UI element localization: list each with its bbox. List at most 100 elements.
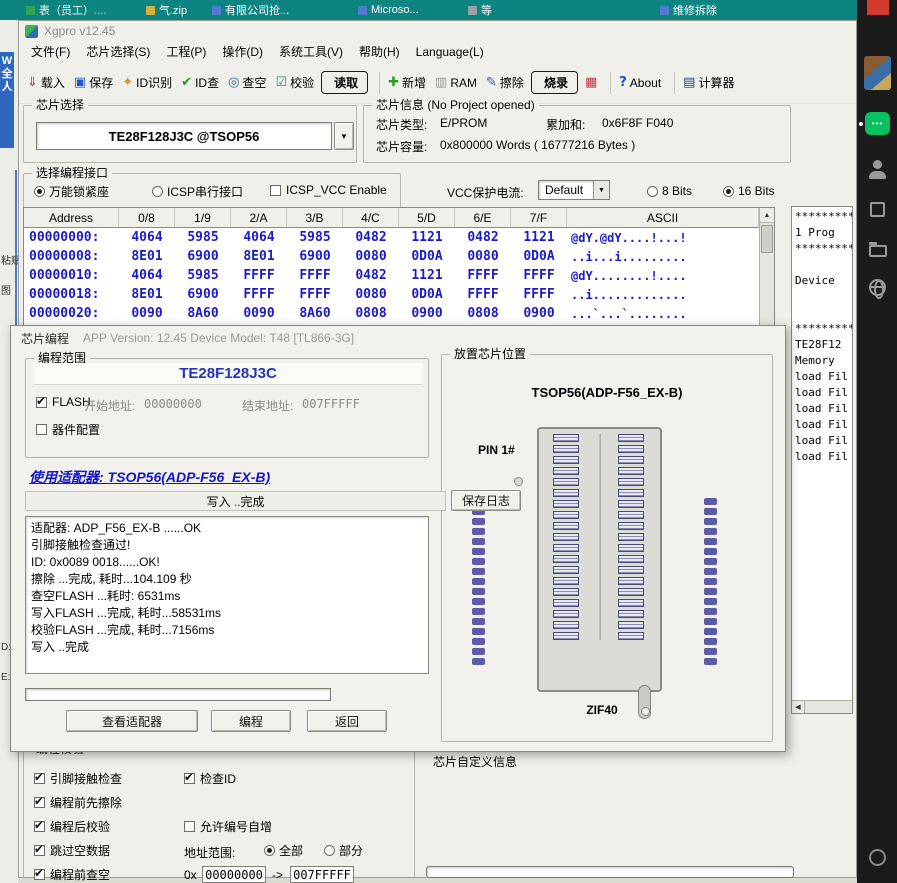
hex-value-cell[interactable]: 8A60 — [175, 306, 231, 321]
hex-value-cell[interactable]: 0900 — [399, 306, 455, 321]
radio-icsp[interactable]: ICSP串行接口 — [152, 183, 243, 200]
toolbar-id-check-button[interactable]: ID查 — [179, 71, 221, 94]
radio-address-part[interactable]: 部分 — [324, 842, 363, 859]
icsp-vcc-checkbox[interactable]: ICSP_VCC Enable — [270, 183, 387, 197]
taskbar-item[interactable]: 表（员工）.... — [26, 2, 106, 18]
hex-value-cell[interactable]: 4064 — [119, 230, 175, 245]
avatar[interactable] — [864, 56, 891, 90]
hex-row[interactable]: 00000020:00908A6000908A60080809000808090… — [24, 304, 759, 323]
hex-value-cell[interactable]: 0482 — [343, 268, 399, 283]
hex-value-cell[interactable]: 8E01 — [119, 287, 175, 302]
device-config-checkbox[interactable]: 器件配置 — [36, 421, 100, 438]
menu-item[interactable]: 文件(F) — [23, 41, 78, 62]
taskbar-item[interactable]: 气.zip — [146, 2, 187, 18]
hex-value-cell[interactable]: 0900 — [511, 306, 567, 321]
log-output[interactable]: 适配器: ADP_F56_EX-B ......OK引脚接触检查通过!ID: 0… — [25, 516, 429, 674]
menu-item[interactable]: 操作(D) — [214, 41, 271, 62]
chevron-down-icon[interactable]: ▼ — [593, 181, 609, 199]
browser-icon[interactable] — [865, 276, 890, 301]
hex-value-cell[interactable]: 5985 — [175, 268, 231, 283]
program-button[interactable]: 编程 — [211, 710, 291, 732]
save-log-button[interactable]: 保存日志 — [451, 490, 521, 511]
hex-value-cell[interactable]: 0080 — [343, 249, 399, 264]
custom-info-box[interactable] — [426, 866, 794, 878]
hex-value-cell[interactable]: FFFF — [455, 268, 511, 283]
hex-value-cell[interactable]: 0482 — [455, 230, 511, 245]
hex-value-cell[interactable]: FFFF — [231, 287, 287, 302]
toolbar-ram-button[interactable]: RAM — [433, 73, 479, 93]
hex-value-cell[interactable]: FFFF — [287, 268, 343, 283]
hex-value-cell[interactable]: FFFF — [455, 287, 511, 302]
vcc-current-select[interactable]: Default ▼ — [538, 180, 610, 200]
hex-value-cell[interactable]: FFFF — [511, 268, 567, 283]
hex-value-cell[interactable]: 1121 — [399, 230, 455, 245]
scroll-left-icon[interactable]: ◀ — [792, 701, 805, 713]
chat-icon[interactable] — [865, 112, 890, 135]
more-icon[interactable] — [865, 846, 890, 871]
hex-value-cell[interactable]: 5985 — [175, 230, 231, 245]
menu-item[interactable]: 帮助(H) — [351, 41, 408, 62]
toolbar-about-button[interactable]: About — [617, 73, 663, 93]
hex-row[interactable]: 00000008:8E0169008E01690000800D0A00800D0… — [24, 247, 759, 266]
toolbar-new-button[interactable]: 新增 — [386, 71, 428, 94]
hex-value-cell[interactable]: 0482 — [343, 230, 399, 245]
hex-value-cell[interactable]: 5985 — [287, 230, 343, 245]
option-checkbox[interactable]: 编程后校验 — [34, 818, 110, 835]
radio-16-bits[interactable]: 16 Bits — [723, 184, 775, 198]
hex-value-cell[interactable]: 1121 — [399, 268, 455, 283]
flash-checkbox[interactable]: FLASH — [36, 395, 91, 409]
taskbar-item[interactable]: 有限公司抢... — [212, 2, 289, 18]
hex-value-cell[interactable]: 0808 — [343, 306, 399, 321]
hex-row[interactable]: 00000018:8E016900FFFFFFFF00800D0AFFFFFFF… — [24, 285, 759, 304]
close-icon[interactable] — [867, 0, 889, 15]
hex-value-cell[interactable]: 6900 — [175, 287, 231, 302]
view-adapter-button[interactable]: 查看适配器 — [66, 710, 198, 732]
address-from-input[interactable]: 00000000 — [202, 866, 266, 883]
menu-item[interactable]: 工程(P) — [158, 41, 214, 62]
toolbar-save-button[interactable]: 保存 — [72, 71, 115, 94]
toolbar-read-button[interactable]: 读取 — [321, 71, 368, 94]
menu-item[interactable]: 芯片选择(S) — [78, 41, 158, 62]
toolbar-erase-button[interactable]: 擦除 — [484, 71, 526, 94]
return-button[interactable]: 返回 — [307, 710, 387, 732]
radio-8-bits[interactable]: 8 Bits — [647, 184, 692, 198]
hex-value-cell[interactable]: 0808 — [455, 306, 511, 321]
chip-select-dropdown-button[interactable]: ▼ — [334, 122, 354, 150]
toolbar-grid-button[interactable] — [583, 73, 599, 92]
hex-value-cell[interactable]: 6900 — [287, 249, 343, 264]
toolbar-burn-button[interactable]: 烧录 — [531, 71, 578, 94]
scroll-up-icon[interactable]: ▲ — [760, 208, 774, 223]
toolbar-load-button[interactable]: 载入 — [25, 71, 67, 94]
hex-row[interactable]: 00000010:40645985FFFFFFFF04821121FFFFFFF… — [24, 266, 759, 285]
menu-item[interactable]: 系统工具(V) — [271, 41, 351, 62]
radio-universal-socket[interactable]: 万能锁紧座 — [34, 183, 109, 200]
option-checkbox[interactable]: 引脚接触检查 — [34, 770, 122, 787]
toolbar-verify-button[interactable]: 校验 — [273, 71, 316, 94]
hex-value-cell[interactable]: 4064 — [231, 230, 287, 245]
hex-value-cell[interactable]: 0080 — [343, 287, 399, 302]
hex-value-cell[interactable]: 6900 — [175, 249, 231, 264]
favorites-icon[interactable] — [865, 198, 890, 223]
window-titlebar[interactable]: Xgpro v12.45 — [19, 21, 856, 41]
hex-value-cell[interactable]: 8E01 — [119, 249, 175, 264]
auto-increment-checkbox[interactable]: 允许编号自增 — [184, 818, 272, 835]
hex-value-cell[interactable]: 0D0A — [399, 249, 455, 264]
hex-row[interactable]: 00000000:4064598540645985048211210482112… — [24, 228, 759, 247]
option-checkbox[interactable]: 编程前先擦除 — [34, 794, 122, 811]
scrollbar-thumb[interactable] — [761, 225, 773, 253]
hex-value-cell[interactable]: 0090 — [119, 306, 175, 321]
hex-value-cell[interactable]: 8A60 — [287, 306, 343, 321]
contacts-icon[interactable] — [865, 158, 890, 183]
hex-value-cell[interactable]: FFFF — [231, 268, 287, 283]
chip-select-combo[interactable]: TE28F128J3C @TSOP56 — [36, 122, 332, 150]
toolbar-id-detect-button[interactable]: ID识别 — [120, 71, 174, 94]
toolbar-blank-check-button[interactable]: 查空 — [226, 71, 268, 94]
hex-value-cell[interactable]: 0080 — [455, 249, 511, 264]
hex-value-cell[interactable]: 0D0A — [399, 287, 455, 302]
radio-address-all[interactable]: 全部 — [264, 842, 303, 859]
toolbar-calc-button[interactable]: 计算器 — [681, 71, 736, 94]
check-id-checkbox[interactable]: 检查ID — [184, 770, 236, 787]
hex-value-cell[interactable]: 0D0A — [511, 249, 567, 264]
taskbar-item[interactable]: 等 — [468, 2, 492, 18]
hex-value-cell[interactable]: 8E01 — [231, 249, 287, 264]
